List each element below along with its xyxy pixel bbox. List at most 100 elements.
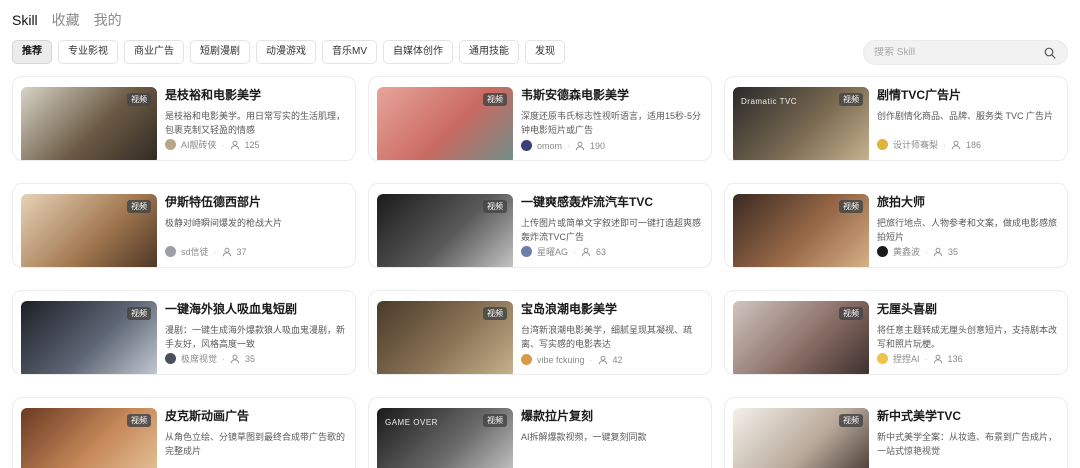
skill-card[interactable]: 视频 是枝裕和电影美学 是枝裕和电影美学。用日常写实的生活肌理，包裹克制又轻盈的…	[12, 76, 356, 161]
separator-dot: ·	[925, 246, 929, 257]
filter-music-mv[interactable]: 音乐MV	[322, 40, 377, 64]
user-icon	[230, 140, 240, 150]
card-description: 上传图片或简单文字叙述即可一键打造超爽感轰炸流TVC广告	[521, 218, 702, 242]
skill-card[interactable]: 视频 宝岛浪潮电影美学 台湾新浪潮电影美学，细腻呈现其凝视、疏离、写实感的电影表…	[368, 290, 712, 375]
skill-card[interactable]: 视频 一键爽感轰炸流汽车TVC 上传图片或简单文字叙述即可一键打造超爽感轰炸流T…	[368, 183, 712, 268]
card-description: 深度还原韦氏标志性视听语言，适用15秒-5分钟电影短片或广告	[521, 111, 702, 135]
card-thumbnail: 视频	[21, 408, 157, 468]
filter-self-media[interactable]: 自媒体创作	[383, 40, 453, 64]
thumbnail-caption: Dramatic TVC	[741, 97, 798, 106]
card-meta: 极席视觉 · 35	[165, 352, 347, 365]
card-description: 把旅行地点、人物参考和文案，做成电影感旅拍短片	[877, 218, 1058, 242]
author-avatar[interactable]	[877, 246, 888, 257]
card-info: 宝岛浪潮电影美学 台湾新浪潮电影美学，细腻呈现其凝视、疏离、写实感的电影表达 v…	[521, 298, 703, 367]
user-icon	[222, 247, 232, 257]
author-name[interactable]: vibe fckuing	[537, 355, 585, 365]
card-thumbnail: 视频	[21, 87, 157, 160]
author-name[interactable]: omom	[537, 141, 562, 151]
author-avatar[interactable]	[877, 353, 888, 364]
filter-short-drama[interactable]: 短剧漫剧	[190, 40, 250, 64]
card-meta: AI靓砖侠 · 125	[165, 138, 347, 151]
card-meta: vibe fckuing · 42	[521, 354, 703, 365]
separator-dot: ·	[943, 139, 947, 150]
video-badge: 视频	[127, 307, 151, 320]
card-title: 剧情TVC广告片	[877, 88, 962, 102]
search-icon[interactable]	[1043, 46, 1057, 60]
card-info: 皮克斯动画广告 从角色立绘、分镜草图到最终合成带广告歌的完整成片 ·	[165, 405, 347, 468]
author-name[interactable]: 设计师骞梨	[893, 138, 938, 151]
filter-discover[interactable]: 发现	[525, 40, 565, 64]
card-title: 无厘头喜剧	[877, 302, 938, 316]
skill-card[interactable]: 视频 伊斯特伍德西部片 极静对峙瞬间爆发的枪战大片 sd信徒 · 37	[12, 183, 356, 268]
card-info: 伊斯特伍德西部片 极静对峙瞬间爆发的枪战大片 sd信徒 · 37	[165, 191, 347, 260]
skill-card-grid: 视频 是枝裕和电影美学 是枝裕和电影美学。用日常写实的生活肌理，包裹克制又轻盈的…	[12, 76, 1068, 468]
card-info: 一键海外狼人吸血鬼短剧 漫剧：一键生成海外爆款狼人吸血鬼漫剧，新手友好，风格高度…	[165, 298, 347, 367]
top-tabs: Skill 收藏 我的	[12, 10, 122, 30]
author-name[interactable]: sd信徒	[181, 245, 209, 258]
skill-card[interactable]: 视频 旅拍大师 把旅行地点、人物参考和文案，做成电影感旅拍短片 黄鑫波 · 35	[724, 183, 1068, 268]
filter-anime-games[interactable]: 动漫游戏	[256, 40, 316, 64]
card-thumbnail: 视频	[21, 301, 157, 374]
card-info: 爆款拉片复刻 AI拆解爆款视频，一键复刻同款 ·	[521, 405, 703, 468]
author-avatar[interactable]	[165, 246, 176, 257]
user-icon	[933, 354, 943, 364]
skill-card[interactable]: 视频 无厘头喜剧 将任意主题转成无厘头创意短片，支持剧本改写和照片玩梗。 捏捏A…	[724, 290, 1068, 375]
tab-mine[interactable]: 我的	[94, 10, 122, 30]
author-name[interactable]: 捏捏AI	[893, 352, 920, 365]
skill-card[interactable]: Dramatic TVC 视频 剧情TVC广告片 创作剧情化商品、品牌、服务类 …	[724, 76, 1068, 161]
usage-count: 35	[245, 353, 256, 364]
usage-count: 42	[612, 354, 623, 365]
skill-card[interactable]: 视频 皮克斯动画广告 从角色立绘、分镜草图到最终合成带广告歌的完整成片 ·	[12, 397, 356, 468]
skill-card[interactable]: 视频 韦斯安德森电影美学 深度还原韦氏标志性视听语言，适用15秒-5分钟电影短片…	[368, 76, 712, 161]
card-meta: 黄鑫波 · 35	[877, 245, 1059, 258]
video-badge: 视频	[483, 200, 507, 213]
video-badge: 视频	[127, 414, 151, 427]
skill-card[interactable]: GAME OVER 视频 爆款拉片复刻 AI拆解爆款视频，一键复刻同款 ·	[368, 397, 712, 468]
card-description: 将任意主题转成无厘头创意短片，支持剧本改写和照片玩梗。	[877, 325, 1058, 349]
usage-count: 63	[596, 246, 607, 257]
card-thumbnail: 视频	[733, 194, 869, 267]
card-thumbnail: 视频	[377, 194, 513, 267]
usage-count: 136	[947, 353, 963, 364]
card-description: 台湾新浪潮电影美学，细腻呈现其凝视、疏离、写实感的电影表达	[521, 325, 693, 349]
search-input[interactable]	[874, 47, 1043, 58]
author-avatar[interactable]	[521, 140, 532, 151]
author-avatar[interactable]	[521, 246, 532, 257]
card-description: 新中式美学全案：从妆造、布景到广告成片，一站式惊艳视觉	[877, 432, 1058, 456]
tab-skill[interactable]: Skill	[12, 12, 38, 28]
filter-general-skills[interactable]: 通用技能	[459, 40, 519, 64]
card-description: 创作剧情化商品、品牌、服务类 TVC 广告片	[877, 111, 1054, 121]
card-info: 韦斯安德森电影美学 深度还原韦氏标志性视听语言，适用15秒-5分钟电影短片或广告…	[521, 84, 703, 153]
user-icon	[951, 140, 961, 150]
author-avatar[interactable]	[165, 139, 176, 150]
card-thumbnail: 视频	[377, 87, 513, 160]
author-name[interactable]: AI靓砖侠	[181, 138, 217, 151]
author-name[interactable]: 星曜AG	[537, 245, 568, 258]
card-title: 伊斯特伍德西部片	[165, 195, 262, 209]
skill-card[interactable]: 视频 一键海外狼人吸血鬼短剧 漫剧：一键生成海外爆款狼人吸血鬼漫剧，新手友好，风…	[12, 290, 356, 375]
author-name[interactable]: 极席视觉	[181, 352, 217, 365]
filter-professional-film[interactable]: 专业影视	[58, 40, 118, 64]
author-name[interactable]: 黄鑫波	[893, 245, 920, 258]
search-box	[863, 40, 1068, 65]
card-meta: 设计师骞梨 · 186	[877, 138, 1059, 151]
card-thumbnail: 视频	[21, 194, 157, 267]
tab-favorites[interactable]: 收藏	[52, 10, 80, 30]
card-description: 从角色立绘、分镜草图到最终合成带广告歌的完整成片	[165, 432, 346, 456]
author-avatar[interactable]	[521, 354, 532, 365]
video-badge: 视频	[483, 414, 507, 427]
video-badge: 视频	[839, 200, 863, 213]
user-icon	[581, 247, 591, 257]
user-icon	[598, 355, 608, 365]
skill-card[interactable]: 视频 新中式美学TVC 新中式美学全案：从妆造、布景到广告成片，一站式惊艳视觉 …	[724, 397, 1068, 468]
category-filter-bar: 推荐 专业影视 商业广告 短剧漫剧 动漫游戏 音乐MV 自媒体创作 通用技能 发…	[12, 40, 565, 64]
filter-commercial-ads[interactable]: 商业广告	[124, 40, 184, 64]
video-badge: 视频	[127, 93, 151, 106]
card-thumbnail: 视频	[733, 301, 869, 374]
author-avatar[interactable]	[877, 139, 888, 150]
usage-count: 35	[948, 246, 959, 257]
filter-recommended[interactable]: 推荐	[12, 40, 52, 64]
author-avatar[interactable]	[165, 353, 176, 364]
video-badge: 视频	[127, 200, 151, 213]
separator-dot: ·	[567, 140, 571, 151]
